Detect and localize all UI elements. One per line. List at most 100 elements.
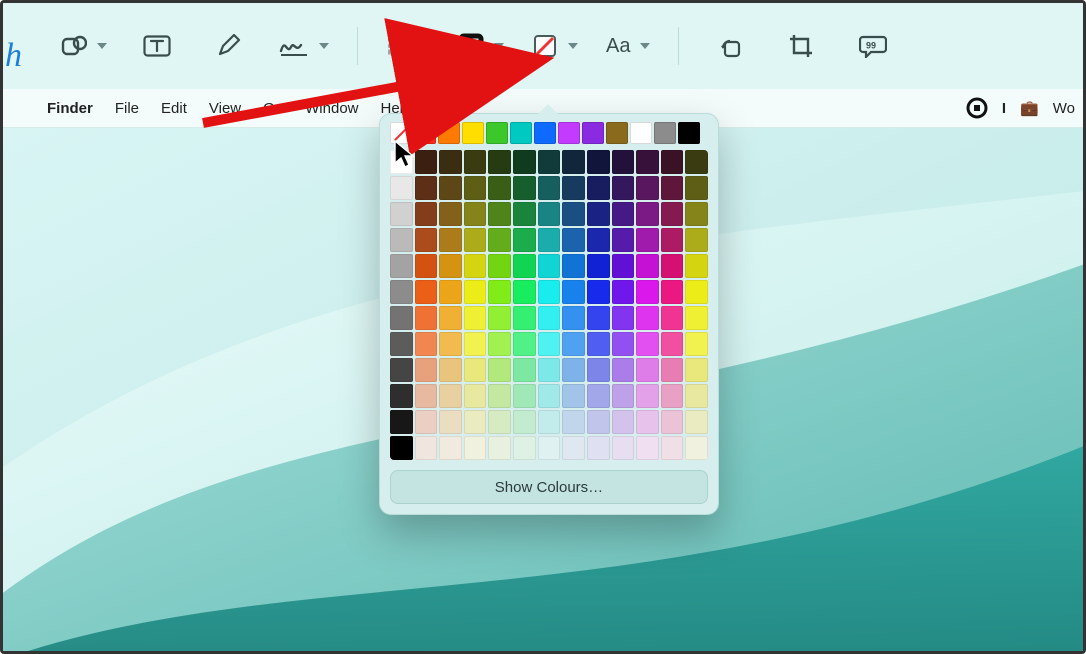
grid-swatch[interactable]	[685, 254, 708, 278]
grid-swatch[interactable]	[439, 332, 462, 356]
grid-swatch[interactable]	[612, 280, 635, 304]
text-style-button[interactable]: Aa	[606, 24, 650, 68]
grid-swatch[interactable]	[513, 228, 536, 252]
grid-swatch[interactable]	[661, 436, 684, 460]
grid-swatch[interactable]	[488, 202, 511, 226]
preset-swatch-3[interactable]	[486, 122, 508, 144]
menu-go[interactable]: Go	[263, 100, 283, 117]
grid-swatch[interactable]	[415, 358, 438, 382]
grid-swatch[interactable]	[390, 332, 413, 356]
grid-swatch[interactable]	[685, 332, 708, 356]
grid-swatch[interactable]	[513, 410, 536, 434]
fill-color-button[interactable]	[532, 24, 578, 68]
shapes-button[interactable]	[61, 24, 107, 68]
grid-swatch[interactable]	[464, 228, 487, 252]
grid-swatch[interactable]	[562, 228, 585, 252]
grid-swatch[interactable]	[538, 358, 561, 382]
grid-swatch[interactable]	[636, 384, 659, 408]
grid-swatch[interactable]	[636, 436, 659, 460]
grid-swatch[interactable]	[612, 384, 635, 408]
grid-swatch[interactable]	[439, 410, 462, 434]
grid-swatch[interactable]	[538, 176, 561, 200]
grid-swatch[interactable]	[612, 228, 635, 252]
preset-swatch-11[interactable]	[678, 122, 700, 144]
grid-swatch[interactable]	[415, 228, 438, 252]
grid-swatch[interactable]	[464, 280, 487, 304]
grid-swatch[interactable]	[464, 202, 487, 226]
grid-swatch[interactable]	[464, 150, 487, 174]
grid-swatch[interactable]	[390, 436, 413, 460]
crop-button[interactable]	[779, 24, 823, 68]
grid-swatch[interactable]	[439, 280, 462, 304]
grid-swatch[interactable]	[538, 332, 561, 356]
grid-swatch[interactable]	[636, 410, 659, 434]
grid-swatch[interactable]	[439, 358, 462, 382]
grid-swatch[interactable]	[513, 280, 536, 304]
grid-swatch[interactable]	[636, 254, 659, 278]
menu-file[interactable]: File	[115, 100, 139, 117]
grid-swatch[interactable]	[636, 280, 659, 304]
grid-swatch[interactable]	[685, 228, 708, 252]
grid-swatch[interactable]	[488, 436, 511, 460]
grid-swatch[interactable]	[415, 202, 438, 226]
grid-swatch[interactable]	[513, 358, 536, 382]
grid-swatch[interactable]	[661, 332, 684, 356]
grid-swatch[interactable]	[538, 306, 561, 330]
grid-swatch[interactable]	[587, 254, 610, 278]
menu-window[interactable]: Window	[305, 100, 358, 117]
grid-swatch[interactable]	[661, 202, 684, 226]
grid-swatch[interactable]	[612, 150, 635, 174]
grid-swatch[interactable]	[488, 176, 511, 200]
briefcase-icon[interactable]: 💼	[1020, 99, 1039, 117]
grid-swatch[interactable]	[587, 280, 610, 304]
grid-swatch[interactable]	[488, 228, 511, 252]
grid-swatch[interactable]	[636, 150, 659, 174]
grid-swatch[interactable]	[587, 332, 610, 356]
grid-swatch[interactable]	[415, 150, 438, 174]
preset-swatch-7[interactable]	[582, 122, 604, 144]
grid-swatch[interactable]	[661, 228, 684, 252]
signature-button[interactable]	[279, 24, 329, 68]
grid-swatch[interactable]	[390, 410, 413, 434]
grid-swatch[interactable]	[513, 176, 536, 200]
grid-swatch[interactable]	[439, 228, 462, 252]
grid-swatch[interactable]	[415, 436, 438, 460]
grid-swatch[interactable]	[464, 410, 487, 434]
shape-style-button[interactable]	[386, 24, 430, 68]
grid-swatch[interactable]	[636, 306, 659, 330]
grid-swatch[interactable]	[513, 332, 536, 356]
grid-swatch[interactable]	[390, 176, 413, 200]
grid-swatch[interactable]	[587, 228, 610, 252]
grid-swatch[interactable]	[488, 384, 511, 408]
grid-swatch[interactable]	[415, 280, 438, 304]
preset-swatch-5[interactable]	[534, 122, 556, 144]
grid-swatch[interactable]	[488, 410, 511, 434]
grid-swatch[interactable]	[415, 332, 438, 356]
border-color-button[interactable]	[458, 24, 504, 68]
grid-swatch[interactable]	[562, 280, 585, 304]
grid-swatch[interactable]	[636, 332, 659, 356]
grid-swatch[interactable]	[538, 150, 561, 174]
preset-swatch-4[interactable]	[510, 122, 532, 144]
grid-swatch[interactable]	[685, 176, 708, 200]
grid-swatch[interactable]	[464, 332, 487, 356]
grid-swatch[interactable]	[488, 306, 511, 330]
grid-swatch[interactable]	[685, 410, 708, 434]
grid-swatch[interactable]	[685, 358, 708, 382]
grid-swatch[interactable]	[562, 358, 585, 382]
preset-swatch-0[interactable]	[414, 122, 436, 144]
grid-swatch[interactable]	[612, 306, 635, 330]
grid-swatch[interactable]	[587, 358, 610, 382]
record-stop-icon[interactable]	[966, 97, 988, 119]
menu-view[interactable]: View	[209, 100, 241, 117]
grid-swatch[interactable]	[587, 384, 610, 408]
grid-swatch[interactable]	[488, 254, 511, 278]
grid-swatch[interactable]	[439, 436, 462, 460]
grid-swatch[interactable]	[538, 410, 561, 434]
grid-swatch[interactable]	[464, 358, 487, 382]
grid-swatch[interactable]	[685, 306, 708, 330]
grid-swatch[interactable]	[415, 384, 438, 408]
grid-swatch[interactable]	[390, 384, 413, 408]
grid-swatch[interactable]	[685, 150, 708, 174]
preset-swatch-8[interactable]	[606, 122, 628, 144]
